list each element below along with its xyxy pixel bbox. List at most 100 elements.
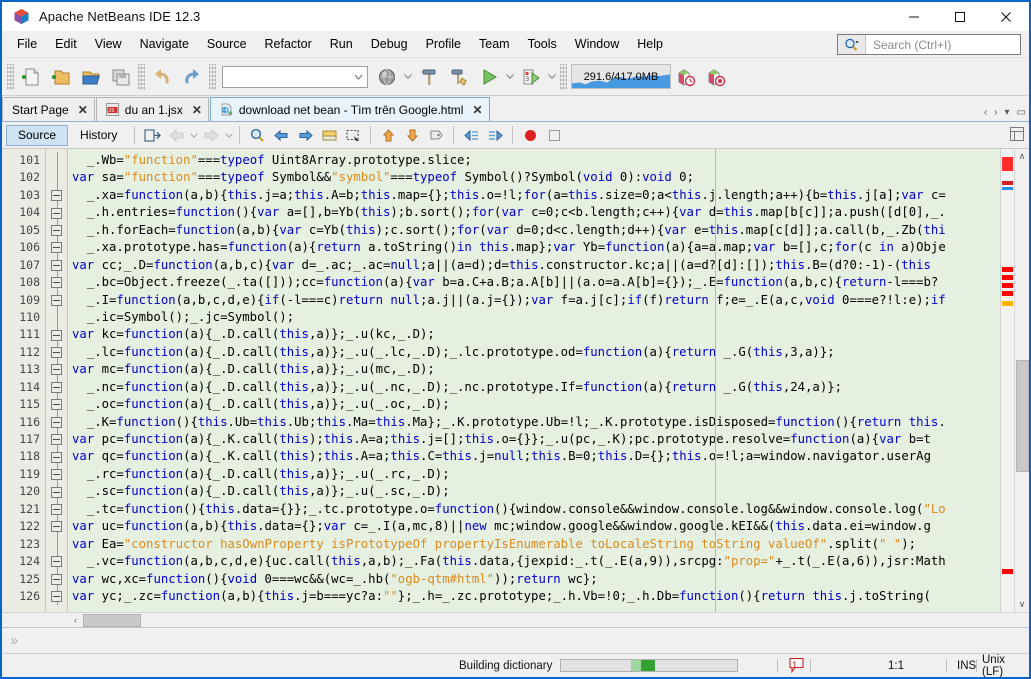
fold-toggle[interactable] [46,274,67,292]
search-box[interactable]: Search (Ctrl+I) [837,34,1021,55]
forward-dropdown-arrow[interactable] [223,124,234,146]
error-marker[interactable] [1002,267,1013,272]
code-line[interactable]: _.nc=function(a){_.D.call(this,a)};_.u(_… [68,379,1000,396]
search-input[interactable]: Search (Ctrl+I) [866,38,951,52]
code-line[interactable]: var mc=function(a){_.D.call(this,a)};_.u… [68,361,1000,378]
fold-toggle[interactable] [46,553,67,571]
tab-list-button[interactable]: ▾ [1005,107,1010,118]
last-edit-button[interactable] [140,124,164,146]
fold-collapse-icon[interactable] [51,469,62,481]
previous-bookmark-button[interactable] [376,124,400,146]
editor-tab-history[interactable]: History [68,125,129,146]
scroll-down-arrow[interactable]: ∨ [1015,597,1030,612]
project-config-combo[interactable] [222,65,368,88]
horizontal-scroll-thumb[interactable] [83,613,141,627]
error-marker[interactable] [1002,301,1013,306]
toolbar-grip[interactable] [7,63,14,90]
tab-du-an-1-jsx[interactable]: JS du an 1.jsx ✕ [95,97,209,121]
code-line[interactable]: _.rc=function(a){_.D.call(this,a)};_.u(_… [68,466,1000,483]
code-line[interactable]: var kc=function(a){_.D.call(this,a)};_.u… [68,326,1000,343]
fold-collapse-icon[interactable] [51,434,62,446]
find-previous-button[interactable] [269,124,293,146]
code-line[interactable]: _.I=function(a,b,c,d,e){if(-l===c)return… [68,292,1000,309]
expand-editor-button[interactable] [1010,127,1024,144]
editor-tab-source[interactable]: Source [6,124,69,146]
toolbar-grip-3[interactable] [209,63,216,90]
error-marker[interactable] [1002,157,1013,171]
chevron-double-right-icon[interactable]: » [10,632,19,649]
menu-edit[interactable]: Edit [46,34,86,54]
fold-toggle[interactable] [46,431,67,449]
code-line[interactable]: _.ic=Symbol();_.jc=Symbol(); [68,309,1000,326]
menu-profile[interactable]: Profile [417,34,470,54]
menu-window[interactable]: Window [566,34,628,54]
toggle-rectangular-selection-button[interactable] [341,124,365,146]
task-progress-bar[interactable] [560,659,739,672]
fold-collapse-icon[interactable] [51,399,62,411]
code-line[interactable]: _.Wb="function"===typeof Uint8Array.prot… [68,152,1000,169]
code-line[interactable]: var uc=function(a,b){this.data={};var c=… [68,518,1000,535]
code-line[interactable]: _.K=function(){this.Ub=this.Ub;this.Ma=t… [68,414,1000,431]
code-line[interactable]: _.tc=function(){this.data={}};_.tc.proto… [68,501,1000,518]
code-line[interactable]: var wc,xc=function(){void 0===wc&&(wc=_.… [68,571,1000,588]
code-line[interactable]: _.oc=function(a){_.D.call(this,a)};_.u(_… [68,396,1000,413]
menu-source[interactable]: Source [198,34,256,54]
toggle-highlight-button[interactable] [317,124,341,146]
error-annotation-strip[interactable] [1000,149,1014,612]
code-line[interactable]: _.sc=function(a){_.D.call(this,a)};_.u(_… [68,483,1000,500]
code-line[interactable]: _.h.forEach=function(a,b){var c=Yb(this)… [68,222,1000,239]
maximize-button[interactable] [937,2,983,31]
fold-toggle[interactable] [46,500,67,519]
line-ending[interactable]: Unix (LF) [982,654,1029,678]
save-all-button[interactable] [106,62,136,92]
vertical-scroll-thumb[interactable] [1015,360,1029,472]
find-selection-button[interactable] [245,124,269,146]
fold-collapse-icon[interactable] [51,591,62,603]
code-text-area[interactable]: _.Wb="function"===typeof Uint8Array.prot… [68,149,1000,612]
fold-collapse-icon[interactable] [51,224,62,236]
fold-collapse-icon[interactable] [51,207,62,219]
horizontal-scrollbar[interactable]: ‹ [2,612,1029,627]
new-file-button[interactable] [16,62,46,92]
error-marker[interactable] [1002,275,1013,280]
code-line[interactable]: _.bc=Object.freeze(_.ta([]));cc=function… [68,274,1000,291]
fold-toggle[interactable] [46,186,67,205]
insert-mode[interactable]: INS [957,660,976,672]
editor-area[interactable]: 101 102 103 104 105 106 107 108 109 110 111 112 113 1… [2,149,1029,612]
fold-toggle[interactable] [46,326,67,344]
fold-collapse-icon[interactable] [51,521,62,533]
tab-start-page[interactable]: Start Page ✕ [2,97,95,121]
code-line[interactable]: _.vc=function(a,b,c,d,e){uc.call(this,a,… [68,553,1000,570]
fold-toggle[interactable] [46,204,67,222]
debug-project-button[interactable]: 3 [516,62,546,92]
fold-collapse-icon[interactable] [51,347,62,359]
error-badge[interactable]: 1 [788,657,805,674]
new-project-button[interactable] [46,62,76,92]
fold-collapse-icon[interactable] [51,381,62,393]
minimize-button[interactable] [891,2,937,31]
fold-collapse-icon[interactable] [51,190,62,202]
fold-collapse-icon[interactable] [51,277,62,289]
code-line[interactable]: _.lc=function(a){_.D.call(this,a)};_.u(_… [68,344,1000,361]
code-folding-column[interactable] [46,149,68,612]
fold-toggle[interactable] [46,221,67,240]
code-line[interactable]: _.xa=function(a,b){this.j=a;this.A=b;thi… [68,187,1000,204]
code-line[interactable]: _.h.entries=function(){var a=[],b=Yb(thi… [68,204,1000,221]
fold-collapse-icon[interactable] [51,364,62,376]
error-marker[interactable] [1002,291,1013,296]
code-line[interactable]: var sa="function"===typeof Symbol&&"symb… [68,169,1000,186]
fold-toggle[interactable] [46,396,67,414]
tab-close-button[interactable]: ✕ [472,103,482,117]
fold-collapse-icon[interactable] [51,556,62,568]
tab-close-button[interactable]: ✕ [78,103,88,117]
fold-collapse-icon[interactable] [51,486,62,498]
code-line[interactable]: var yc;_.zc=function(a,b){this.j=b===yc?… [68,588,1000,605]
fold-collapse-icon[interactable] [51,573,62,585]
fold-toggle[interactable] [46,361,67,379]
back-dropdown-arrow[interactable] [188,124,199,146]
menu-debug[interactable]: Debug [362,34,417,54]
menu-tools[interactable]: Tools [519,34,566,54]
code-line[interactable]: var qc=function(a){_.K.call(this);this.A… [68,448,1000,465]
fold-toggle[interactable] [46,448,67,466]
menu-run[interactable]: Run [321,34,362,54]
